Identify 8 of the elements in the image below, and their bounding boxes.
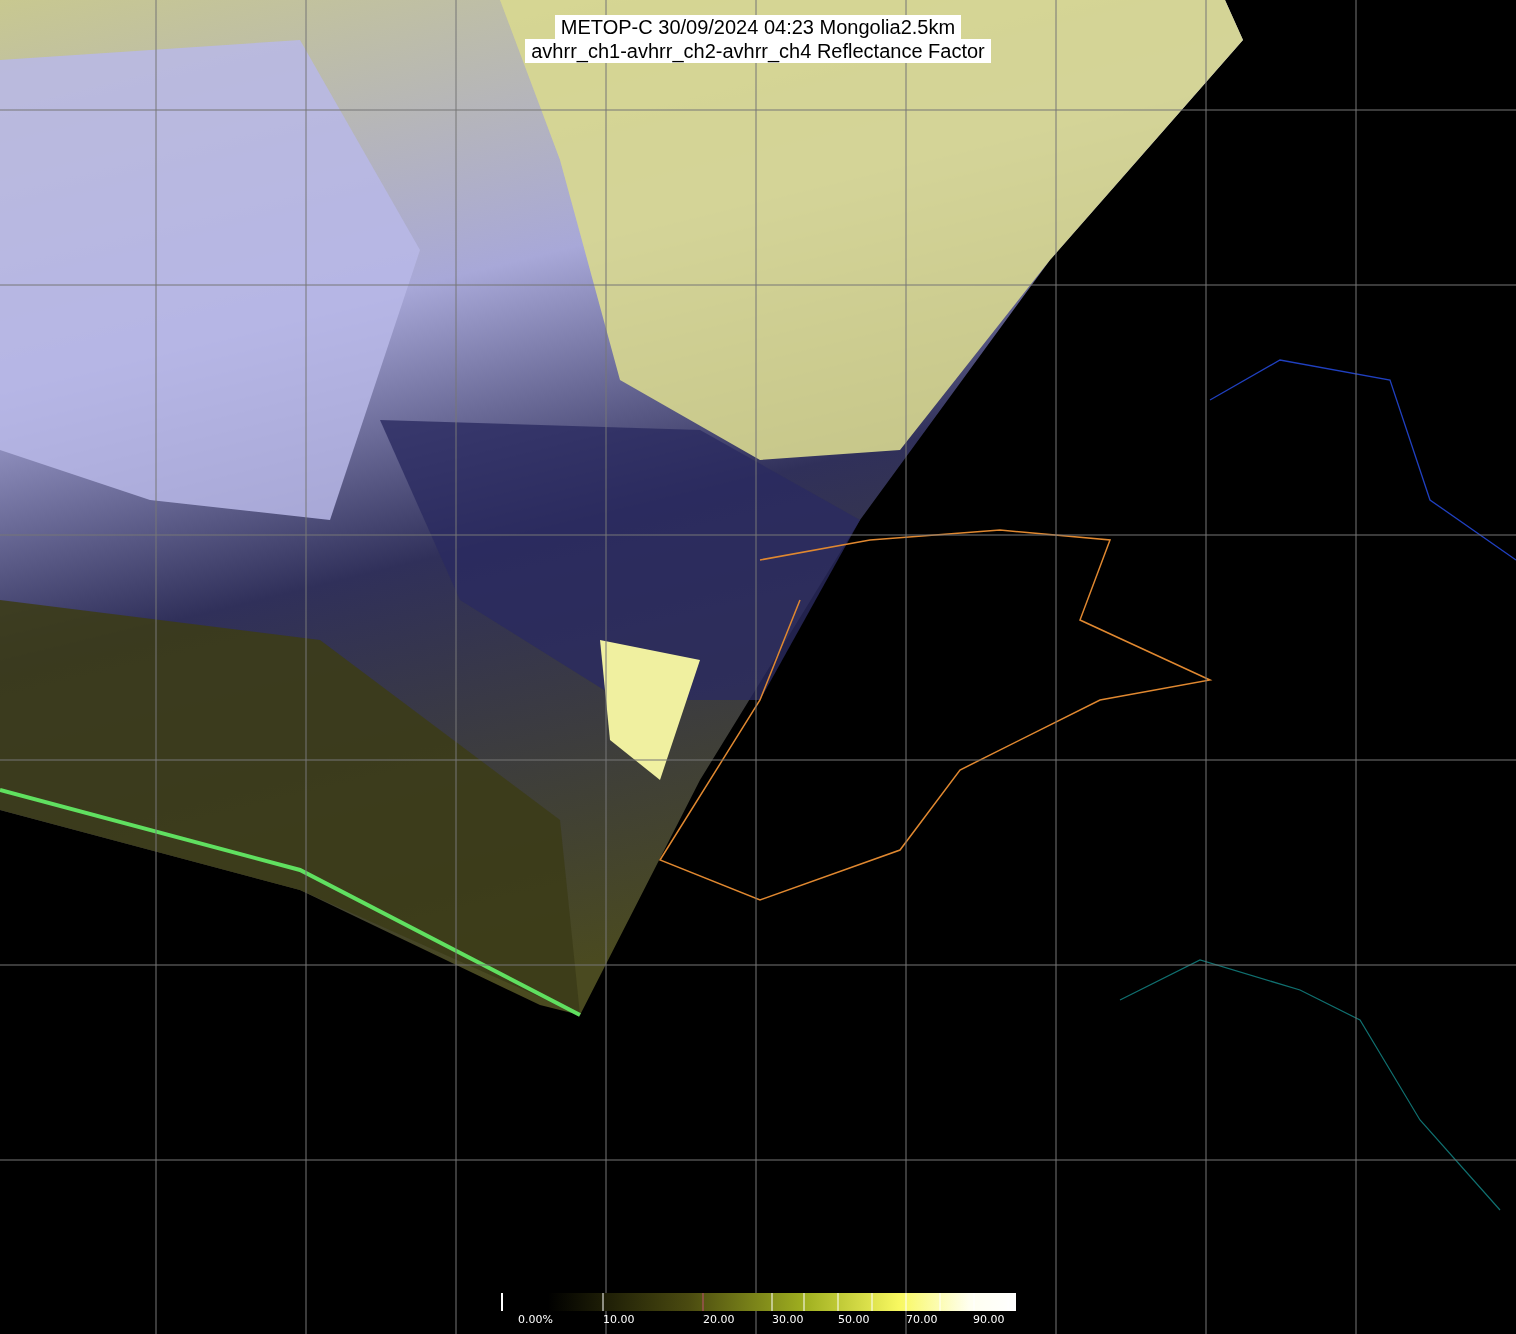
scale-label: 30.00 (772, 1313, 804, 1327)
scale-label: 20.00 (703, 1313, 735, 1327)
scale-label: 90.00 (973, 1313, 1005, 1327)
scale-label: 50.00 (838, 1313, 870, 1327)
scale-label: 70.00 (906, 1313, 938, 1327)
scale-label: 0.00% (518, 1313, 553, 1327)
scale-tick-icon (501, 1293, 503, 1311)
scale-label: 10.00 (603, 1313, 635, 1327)
